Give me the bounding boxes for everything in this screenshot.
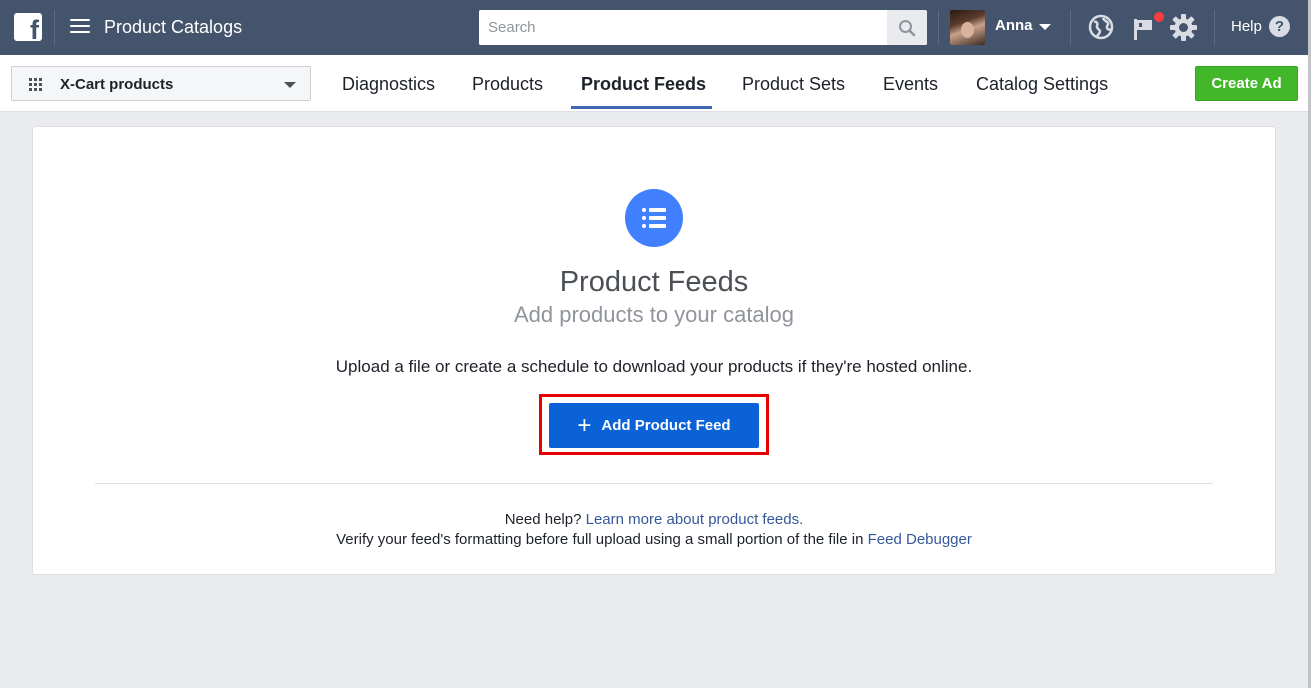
add-product-feed-button[interactable]: + Add Product Feed xyxy=(549,403,759,448)
grid-icon xyxy=(29,78,42,91)
hamburger-menu-icon[interactable] xyxy=(70,17,92,37)
plus-icon: + xyxy=(577,411,592,439)
notification-dot xyxy=(1154,12,1164,22)
help-prefix: Need help? xyxy=(504,511,582,528)
help-link[interactable]: Help xyxy=(1231,18,1262,36)
top-navigation-bar: f Product Catalogs Anna xyxy=(0,0,1311,55)
divider xyxy=(1070,10,1071,45)
divider xyxy=(1214,10,1215,45)
app-title: Product Catalogs xyxy=(104,17,243,37)
caret-down-icon[interactable] xyxy=(1039,24,1051,30)
product-feeds-card: Product Feeds Add products to your catal… xyxy=(32,126,1276,575)
verify-text: Verify your feed's formatting before ful… xyxy=(33,531,1275,549)
search-icon xyxy=(899,19,916,36)
verify-description: Verify your feed's formatting before ful… xyxy=(336,531,864,548)
tab-products[interactable]: Products xyxy=(472,73,543,95)
page-subtitle: Add products to your catalog xyxy=(513,302,795,327)
divider xyxy=(54,10,55,45)
globe-icon[interactable] xyxy=(1088,14,1114,40)
tab-events[interactable]: Events xyxy=(883,73,938,95)
list-icon xyxy=(625,189,683,247)
catalog-name: X-Cart products xyxy=(60,76,174,93)
create-ad-button[interactable]: Create Ad xyxy=(1195,66,1298,101)
page-title: Product Feeds xyxy=(559,266,749,298)
page-description: Upload a file or create a schedule to do… xyxy=(335,357,973,376)
divider xyxy=(95,483,1213,484)
feed-debugger-link[interactable]: Feed Debugger xyxy=(868,531,972,548)
learn-more-link[interactable]: Learn more about product feeds. xyxy=(586,511,804,528)
catalog-selector[interactable]: X-Cart products xyxy=(11,66,311,101)
divider xyxy=(938,10,939,45)
search-input[interactable] xyxy=(479,10,887,45)
add-product-feed-label: Add Product Feed xyxy=(601,417,731,434)
tab-product-feeds[interactable]: Product Feeds xyxy=(581,73,706,95)
search-button[interactable] xyxy=(887,10,927,45)
catalog-navigation-bar: X-Cart products Diagnostics Products Pro… xyxy=(0,55,1311,112)
facebook-logo-icon[interactable]: f xyxy=(14,13,42,44)
tab-product-sets[interactable]: Product Sets xyxy=(742,73,845,95)
tab-catalog-settings[interactable]: Catalog Settings xyxy=(976,73,1108,95)
user-avatar[interactable] xyxy=(950,10,985,45)
gear-icon[interactable] xyxy=(1169,13,1198,42)
chevron-down-icon xyxy=(284,82,296,88)
tab-diagnostics[interactable]: Diagnostics xyxy=(342,73,435,95)
list-glyph xyxy=(642,208,666,228)
help-text: Need help? Learn more about product feed… xyxy=(33,511,1275,529)
user-name[interactable]: Anna xyxy=(995,17,1033,35)
help-icon[interactable]: ? xyxy=(1269,16,1290,37)
active-tab-indicator xyxy=(571,106,712,109)
search-box xyxy=(479,10,927,45)
